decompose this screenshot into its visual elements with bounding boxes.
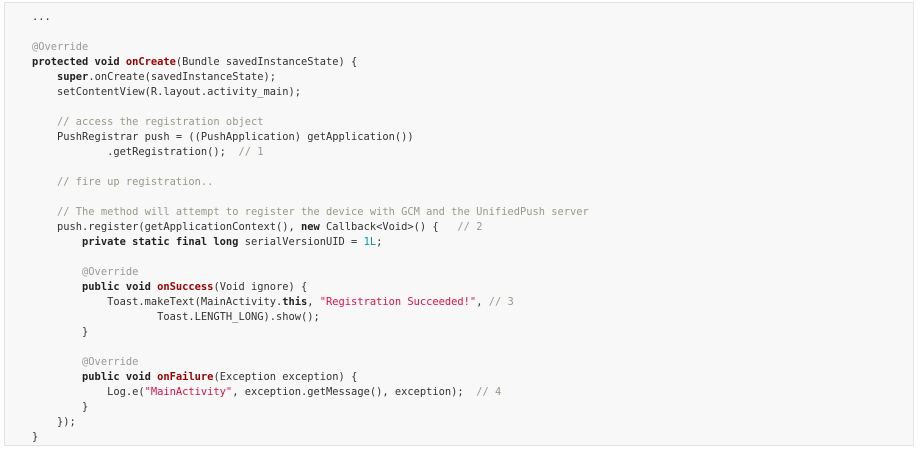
code-line: Toast.LENGTH_LONG).show(); — [32, 310, 589, 325]
code-text: } — [32, 401, 89, 413]
code-text: , exception.getMessage(), exception); — [232, 386, 477, 398]
code-comment: // The method will attempt to register t… — [57, 206, 589, 218]
code-text: setContentView(R.layout.activity_main); — [32, 86, 301, 98]
code-annotation: @Override — [82, 266, 139, 278]
code-method-name: onCreate — [125, 56, 176, 68]
code-line: } — [32, 430, 589, 445]
code-text: Callback<Void>() { — [319, 221, 458, 233]
code-line: setContentView(R.layout.activity_main); — [32, 85, 589, 100]
code-keyword: super — [57, 71, 89, 83]
code-line: push.register(getApplicationContext(), n… — [32, 220, 589, 235]
code-text: ; — [376, 236, 383, 248]
code-line: @Override — [32, 265, 589, 280]
code-line: Toast.makeText(MainActivity.this, "Regis… — [32, 295, 589, 310]
code-line: ... — [32, 10, 589, 25]
code-keyword: this — [282, 296, 308, 308]
code-text: , — [307, 296, 320, 308]
code-comment: // 1 — [238, 146, 264, 158]
code-text: .onCreate(savedInstanceState); — [88, 71, 276, 83]
code-string: "MainActivity" — [144, 386, 233, 398]
code-text: } — [32, 326, 89, 338]
code-line: Log.e("MainActivity", exception.getMessa… — [32, 385, 589, 400]
code-line: } — [32, 400, 589, 415]
code-comment: // 2 — [457, 221, 483, 233]
code-keyword: public void — [82, 371, 158, 383]
code-line: protected void onCreate(Bundle savedInst… — [32, 55, 589, 70]
code-line: public void onSuccess(Void ignore) { — [32, 280, 589, 295]
code-text: Toast.makeText(MainActivity. — [32, 296, 283, 308]
code-keyword: public void — [82, 281, 158, 293]
code-comment: // 4 — [476, 386, 502, 398]
code-text: PushRegistrar push = ((PushApplication) … — [32, 131, 414, 143]
code-line: // fire up registration.. — [32, 175, 589, 190]
code-comment: // access the registration object — [57, 116, 264, 128]
code-keyword: private static final long — [82, 236, 239, 248]
code-line: public void onFailure(Exception exceptio… — [32, 370, 589, 385]
code-text: , — [476, 296, 489, 308]
code-line: // The method will attempt to register t… — [32, 205, 589, 220]
code-text: push.register(getApplicationContext(), — [32, 221, 301, 233]
code-text: } — [32, 431, 39, 443]
code-line: .getRegistration(); // 1 — [32, 145, 589, 160]
code-line: private static final long serialVersionU… — [32, 235, 589, 250]
code-line: super.onCreate(savedInstanceState); — [32, 70, 589, 85]
code-line: }); — [32, 415, 589, 430]
code-text: Log.e( — [32, 386, 145, 398]
code-method-name: onFailure — [157, 371, 214, 383]
code-line: } — [32, 325, 589, 340]
code-line: @Override — [32, 355, 589, 370]
code-annotation: @Override — [82, 356, 139, 368]
code-text: Toast.LENGTH_LONG).show(); — [32, 311, 320, 323]
code-text: (Bundle savedInstanceState) { — [175, 56, 358, 68]
code-text: .getRegistration(); — [32, 146, 239, 158]
code-keyword: new — [301, 221, 320, 233]
code-block: ... @Override protected void onCreate(Bund… — [4, 2, 914, 446]
code-number: 1L — [363, 236, 377, 248]
code-text: serialVersionUID = — [238, 236, 364, 248]
code-string: "Registration Succeeded!" — [319, 296, 477, 308]
code-line: @Override — [32, 40, 589, 55]
code-line: // access the registration object — [32, 115, 589, 130]
code-annotation: @Override — [32, 41, 89, 53]
code-line: PushRegistrar push = ((PushApplication) … — [32, 130, 589, 145]
code-method-name: onSuccess — [157, 281, 214, 293]
code-comment: // 3 — [488, 296, 514, 308]
code-listing[interactable]: ... @Override protected void onCreate(Bund… — [32, 10, 589, 445]
code-text: ... — [32, 11, 51, 23]
code-comment: // fire up registration.. — [57, 176, 214, 188]
code-text: }); — [32, 416, 76, 428]
code-keyword: protected void — [32, 56, 126, 68]
code-text: (Void ignore) { — [213, 281, 308, 293]
code-text: (Exception exception) { — [213, 371, 358, 383]
